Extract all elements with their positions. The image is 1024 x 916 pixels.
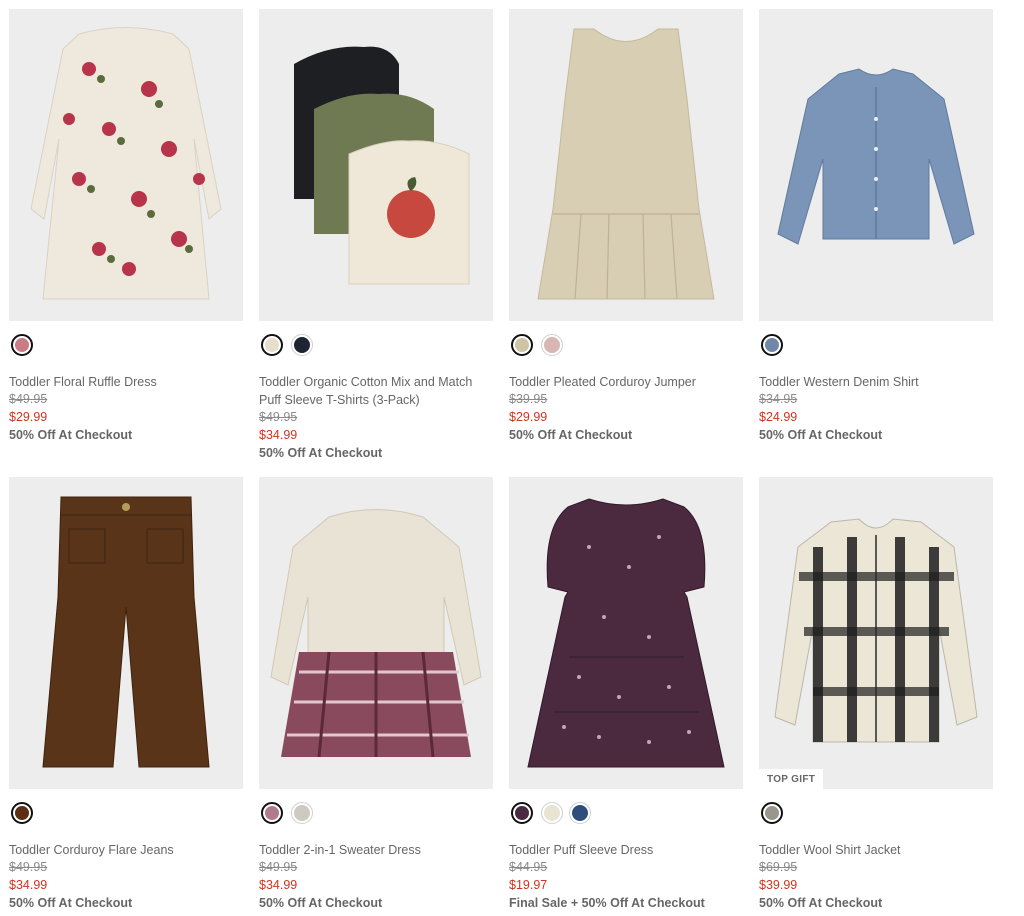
color-swatch[interactable] <box>261 334 283 356</box>
product-card[interactable]: Toddler Corduroy Flare Jeans $49.95 $34.… <box>9 477 243 910</box>
product-image[interactable] <box>259 9 493 321</box>
swatch-color <box>265 338 279 352</box>
product-image[interactable] <box>259 477 493 789</box>
product-card[interactable]: Toddler Organic Cotton Mix and Match Puf… <box>259 9 493 460</box>
denim-shirt-illustration <box>777 68 975 245</box>
promo-text: 50% Off At Checkout <box>759 896 883 910</box>
promo-text: Final Sale + 50% Off At Checkout <box>509 896 705 910</box>
product-name[interactable]: Toddler Pleated Corduroy Jumper <box>509 373 743 391</box>
swatch-color <box>572 805 588 821</box>
swatch-color <box>515 806 529 820</box>
sale-price: $34.99 <box>9 878 48 892</box>
color-swatch[interactable] <box>569 802 591 824</box>
color-swatch[interactable] <box>541 802 563 824</box>
promo-text: 50% Off At Checkout <box>759 428 883 442</box>
product-name[interactable]: Toddler Organic Cotton Mix and Match Puf… <box>259 373 493 409</box>
promo-text: 50% Off At Checkout <box>259 896 383 910</box>
color-swatch[interactable] <box>761 334 783 356</box>
promo-text: 50% Off At Checkout <box>259 446 383 460</box>
original-price: $49.95 <box>9 860 48 874</box>
swatch-color <box>294 805 310 821</box>
promo-text: 50% Off At Checkout <box>9 896 133 910</box>
product-name[interactable]: Toddler Puff Sleeve Dress <box>509 841 743 859</box>
product-name[interactable]: Toddler Floral Ruffle Dress <box>9 373 243 391</box>
product-image[interactable] <box>9 9 243 321</box>
color-swatch[interactable] <box>291 802 313 824</box>
product-image[interactable]: TOP GIFT <box>759 477 993 789</box>
product-card[interactable]: Toddler Western Denim Shirt $34.95 $24.9… <box>759 9 993 442</box>
product-name[interactable]: Toddler 2-in-1 Sweater Dress <box>259 841 493 859</box>
color-swatch[interactable] <box>511 802 533 824</box>
swatch-color <box>544 805 560 821</box>
color-swatch[interactable] <box>11 802 33 824</box>
sale-price: $19.97 <box>509 878 548 892</box>
corduroy-jumper-illustration <box>537 28 715 300</box>
product-card[interactable]: TOP GIFT Toddler Wool Shirt Jacket $69.9… <box>759 477 993 910</box>
color-swatch[interactable] <box>11 334 33 356</box>
sale-price: $29.99 <box>509 410 548 424</box>
color-swatch[interactable] <box>261 802 283 824</box>
product-name[interactable]: Toddler Corduroy Flare Jeans <box>9 841 243 859</box>
swatch-color <box>544 337 560 353</box>
original-price: $49.95 <box>9 392 48 406</box>
tshirt-pack-illustration <box>294 46 470 285</box>
swatch-color <box>765 338 779 352</box>
shirt-jacket-illustration <box>774 518 978 743</box>
product-image[interactable] <box>9 477 243 789</box>
original-price: $44.95 <box>509 860 548 874</box>
sale-price: $34.99 <box>259 878 298 892</box>
swatch-color <box>15 806 29 820</box>
sale-price: $39.99 <box>759 878 798 892</box>
sweater-dress-illustration <box>270 509 482 758</box>
floral-dress-illustration <box>30 27 222 300</box>
original-price: $34.95 <box>759 392 798 406</box>
color-swatch[interactable] <box>511 334 533 356</box>
product-card[interactable]: Toddler Floral Ruffle Dress $49.95 $29.9… <box>9 9 243 442</box>
swatch-color <box>15 338 29 352</box>
original-price: $39.95 <box>509 392 548 406</box>
swatch-color <box>515 338 529 352</box>
sale-price: $24.99 <box>759 410 798 424</box>
color-swatch[interactable] <box>291 334 313 356</box>
swatch-color <box>265 806 279 820</box>
product-image[interactable] <box>759 9 993 321</box>
original-price: $49.95 <box>259 410 298 424</box>
sale-price: $34.99 <box>259 428 298 442</box>
product-image[interactable] <box>509 9 743 321</box>
product-card[interactable]: Toddler Puff Sleeve Dress $44.95 $19.97 … <box>509 477 743 910</box>
top-gift-badge: TOP GIFT <box>759 769 824 789</box>
promo-text: 50% Off At Checkout <box>509 428 633 442</box>
sale-price: $29.99 <box>9 410 48 424</box>
puff-sleeve-dress-illustration <box>527 498 725 768</box>
original-price: $49.95 <box>259 860 298 874</box>
product-card[interactable]: Toddler 2-in-1 Sweater Dress $49.95 $34.… <box>259 477 493 910</box>
product-name[interactable]: Toddler Wool Shirt Jacket <box>759 841 993 859</box>
product-card[interactable]: Toddler Pleated Corduroy Jumper $39.95 $… <box>509 9 743 442</box>
product-name[interactable]: Toddler Western Denim Shirt <box>759 373 993 391</box>
flare-jeans-illustration <box>42 496 210 768</box>
promo-text: 50% Off At Checkout <box>9 428 133 442</box>
swatch-color <box>294 337 310 353</box>
color-swatch[interactable] <box>761 802 783 824</box>
color-swatch[interactable] <box>541 334 563 356</box>
original-price: $69.95 <box>759 860 798 874</box>
swatch-color <box>765 806 779 820</box>
product-image[interactable] <box>509 477 743 789</box>
